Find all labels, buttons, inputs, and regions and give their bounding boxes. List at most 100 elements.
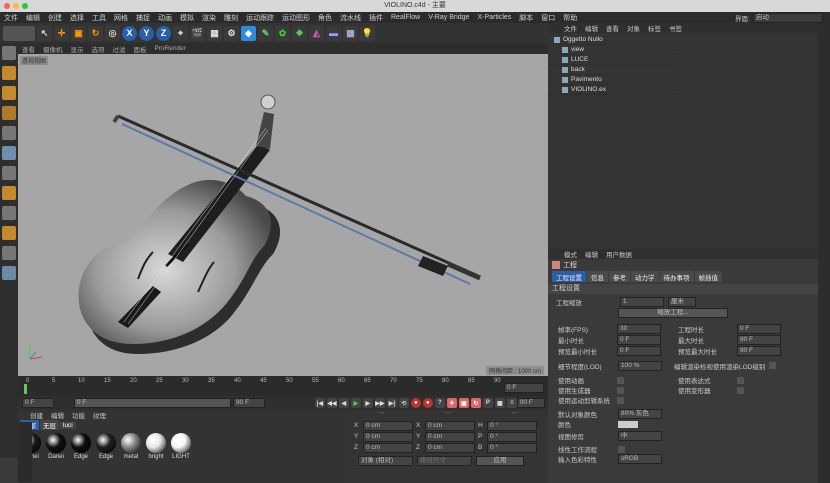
material-name[interactable]: LIGHT <box>170 454 192 460</box>
timeline[interactable]: 0 5 10 15 20 25 30 35 40 45 50 55 60 65 70 75 80 85 90 0 F <box>18 376 548 396</box>
object-row[interactable]: view <box>548 45 678 55</box>
play-icon[interactable]: ▶ <box>350 398 361 408</box>
layout-selector[interactable]: 界面: 启动 <box>735 12 823 23</box>
render-view-icon[interactable]: 🎬 <box>190 25 205 41</box>
material-item[interactable]: Danei <box>45 433 67 460</box>
usage-check-checkbox[interactable] <box>617 396 624 404</box>
material-preview[interactable] <box>171 433 191 453</box>
minimize-window-icon[interactable] <box>13 3 19 9</box>
end-frame-field-2[interactable]: 90 F <box>516 398 545 408</box>
viewport-menu-item[interactable]: ProRender <box>151 45 190 52</box>
scale-icon[interactable]: ▣ <box>71 25 86 41</box>
material-item[interactable]: Edge <box>95 433 117 460</box>
attribute-tab[interactable]: 动力学 <box>631 271 659 282</box>
coordinate-system-icon[interactable]: ⌖ <box>173 25 188 41</box>
attribute-tab[interactable]: 信息 <box>587 271 608 282</box>
menu-item[interactable]: X-Particles <box>473 14 515 21</box>
attribute-tab[interactable]: 工程设置 <box>552 271 586 282</box>
attribute-menu-item[interactable]: 模式 <box>560 249 581 259</box>
material-filter-tab[interactable]: 无层 <box>40 420 59 430</box>
live-select-icon[interactable]: ↖ <box>37 25 52 41</box>
linear-workflow-checkbox[interactable] <box>618 445 625 453</box>
viewport-menu-item[interactable]: 查看 <box>18 44 39 54</box>
material-preview[interactable] <box>146 433 166 453</box>
object-name[interactable]: VIOLINO.ex <box>571 86 606 93</box>
menu-item[interactable]: 插件 <box>365 13 387 23</box>
cube-icon[interactable]: ◆ <box>241 25 256 41</box>
floor-icon[interactable]: ▬ <box>326 25 341 41</box>
key-position-icon[interactable]: ✛ <box>446 398 457 408</box>
duration-setting-field[interactable]: 90 F <box>737 346 781 356</box>
layout-value[interactable]: 启动 <box>752 12 823 23</box>
menu-item[interactable]: 脚本 <box>515 13 537 23</box>
snap-icon[interactable] <box>2 226 16 240</box>
timeline-frame-readout[interactable]: 0 F <box>504 383 544 393</box>
viewport[interactable]: 透视视图 网格间距: 1000 cm <box>18 54 548 376</box>
next-frame-icon[interactable]: ▶ <box>362 398 373 408</box>
material-preview[interactable] <box>121 433 141 453</box>
project-scale-field[interactable]: 1 <box>620 296 664 307</box>
current-frame-field[interactable]: 0 F <box>73 398 232 408</box>
attribute-tab[interactable]: 帧插值 <box>694 271 722 282</box>
coord-apply-button[interactable]: 应用 <box>476 456 524 466</box>
menu-item[interactable]: 雕刻 <box>220 13 242 23</box>
loop-icon[interactable]: ⟲ <box>398 398 409 408</box>
object-row[interactable]: VIOLINO.ex <box>548 85 678 95</box>
key-param-icon[interactable]: P <box>482 398 493 408</box>
coord-position-field[interactable]: 0 cm <box>363 420 413 431</box>
duration-setting-field[interactable]: 0 F <box>737 324 781 334</box>
menu-item[interactable]: V-Ray Bridge <box>424 14 473 21</box>
object-name[interactable]: view <box>571 46 584 53</box>
autokey-icon[interactable]: ● <box>422 398 433 408</box>
points-mode-icon[interactable] <box>2 126 16 140</box>
menu-item[interactable]: 选择 <box>66 13 88 23</box>
project-scale-unit[interactable]: 厘米 <box>668 296 696 307</box>
menu-item[interactable]: 工具 <box>88 13 110 23</box>
material-menu-item[interactable]: 纹理 <box>89 410 110 420</box>
coord-size-mode-select[interactable]: 绝对尺寸 <box>417 456 472 466</box>
time-setting-field[interactable]: 0 F <box>617 335 661 345</box>
attribute-menu-item[interactable]: 编辑 <box>581 249 602 259</box>
attribute-tab[interactable]: 参考 <box>609 271 630 282</box>
recent-tools-icon[interactable]: ◎ <box>105 25 120 41</box>
viewport-menu-item[interactable]: 摄像机 <box>39 44 67 54</box>
usage-check-checkbox[interactable] <box>617 386 624 394</box>
coord-mode-select[interactable]: 对象 (相对) <box>358 456 413 466</box>
viewport-menu-item[interactable]: 显示 <box>67 44 88 54</box>
attribute-menu-item[interactable]: 用户数据 <box>602 249 636 259</box>
material-filter-tab[interactable]: luci <box>60 421 76 429</box>
coord-position-field[interactable]: 0 cm <box>363 442 413 453</box>
menu-item[interactable]: 文件 <box>0 13 22 23</box>
object-menu-item[interactable]: 查看 <box>602 23 623 33</box>
material-item[interactable]: metal <box>120 433 142 460</box>
object-row[interactable]: Pavimento <box>548 75 678 85</box>
coord-size-field[interactable]: 0 cm <box>425 420 475 431</box>
menu-item[interactable]: 捕捉 <box>132 13 154 23</box>
edges-mode-icon[interactable] <box>2 146 16 160</box>
menu-item[interactable]: 模拟 <box>176 13 198 23</box>
material-item[interactable]: bright <box>145 433 167 460</box>
object-name[interactable]: Oggetto Nullo <box>563 36 603 43</box>
viewport-menu-item[interactable]: 选项 <box>88 44 109 54</box>
object-menu-item[interactable]: 编辑 <box>581 23 602 33</box>
timeline-frame-field[interactable]: 0 F <box>504 383 544 393</box>
menu-item[interactable]: 角色 <box>314 13 336 23</box>
time-setting-field[interactable]: 0 F <box>617 346 661 356</box>
menu-item[interactable]: 窗口 <box>537 13 559 23</box>
texture-mode-icon[interactable] <box>2 66 16 80</box>
duration-setting-field[interactable]: 90 F <box>737 335 781 345</box>
coord-rotation-field[interactable]: 0 ° <box>487 431 537 442</box>
object-menu-item[interactable]: 标签 <box>644 23 665 33</box>
material-name[interactable]: Edge <box>95 454 117 460</box>
object-menu-item[interactable]: 对象 <box>623 23 644 33</box>
object-menu-item[interactable]: 文件 <box>560 23 581 33</box>
object-row[interactable]: Oggetto Nullo <box>548 35 678 45</box>
texture-axis-icon[interactable] <box>2 106 16 120</box>
lod-field[interactable]: 100 % <box>618 360 662 371</box>
undo-redo-icon[interactable] <box>3 25 35 41</box>
tweak-mode-icon[interactable] <box>2 206 16 220</box>
key-scale-icon[interactable]: ▣ <box>458 398 469 408</box>
camera-icon[interactable]: ▩ <box>343 25 358 41</box>
coord-position-field[interactable]: 0 cm <box>363 431 413 442</box>
object-mode-icon[interactable] <box>2 86 16 100</box>
